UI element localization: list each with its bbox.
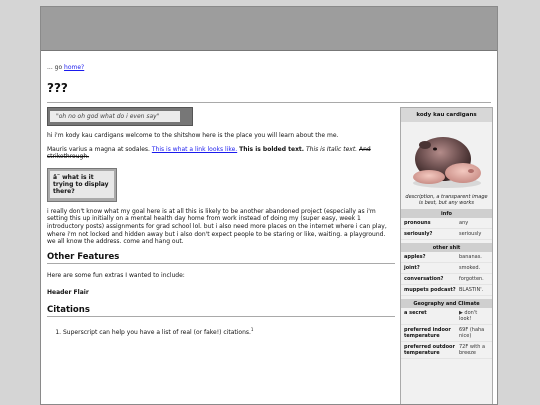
infobox-section-info: info bbox=[401, 209, 492, 218]
infobox-caption: description, a transparent image is best… bbox=[405, 194, 488, 206]
sample-plain: Mauris varius a magna at sodales. bbox=[47, 145, 150, 153]
infobox-key: muppets podcast? bbox=[404, 287, 456, 293]
infobox-value: 69F (haha nice) bbox=[459, 327, 485, 339]
title-divider bbox=[47, 102, 491, 103]
infobox-row: muppets podcast? BLASTIN'. bbox=[401, 285, 492, 296]
infobox-key: a secret bbox=[404, 310, 427, 316]
features-intro: Here are some fun extras I wanted to inc… bbox=[47, 272, 185, 280]
breadcrumb-prefix: ... go bbox=[47, 64, 63, 71]
header-flair-heading: Header Flair bbox=[47, 288, 89, 296]
infobox-section-geography: Geography and Climate bbox=[401, 299, 492, 308]
infobox-key: apples? bbox=[404, 254, 426, 260]
features-heading: Other Features bbox=[47, 253, 395, 265]
infobox-row: preferred indoor temperature 69F (haha ni… bbox=[401, 325, 492, 342]
infobox-image bbox=[401, 122, 492, 194]
infobox-row: apples? bananas. bbox=[401, 252, 492, 263]
infobox-row: conversation? forgotten. bbox=[401, 274, 492, 285]
secret-toggle[interactable]: ▶ don't look! bbox=[459, 310, 489, 322]
infobox-value: forgotten. bbox=[459, 276, 484, 282]
infobox-value: 72F with a breeze bbox=[459, 344, 486, 356]
infobox-value: smoked. bbox=[459, 265, 481, 271]
infobox-key: preferred outdoor temperature bbox=[404, 344, 455, 356]
infobox-value: BLASTIN'. bbox=[459, 287, 484, 293]
infobox-value: seriously bbox=[459, 231, 482, 237]
citation-superscript: 1 bbox=[250, 327, 254, 333]
infobox-key: seriously? bbox=[404, 231, 433, 237]
infobox-row: preferred outdoor temperature 72F with a … bbox=[401, 342, 492, 359]
quote-callout: "oh no oh god what do i even say" bbox=[47, 107, 193, 126]
infobox-row: pronouns any bbox=[401, 218, 492, 229]
hippo-figure-image bbox=[412, 137, 481, 188]
breadcrumb-home-link[interactable]: home? bbox=[64, 64, 84, 71]
quote-text: "oh no oh god what do i even say" bbox=[50, 110, 180, 123]
infobox-value: any bbox=[459, 220, 469, 226]
citations-heading: Citations bbox=[47, 305, 395, 318]
sample-link[interactable]: This is what a link looks like. bbox=[152, 146, 237, 153]
infobox-row: seriously? seriously bbox=[401, 229, 492, 240]
question-note: â˜ what is it trying to display there? bbox=[47, 167, 117, 202]
infobox-title: kody kau cardigans bbox=[401, 108, 492, 122]
sample-italic: This is Italic text. bbox=[306, 145, 358, 153]
citation-text: Superscript can help you have a list of … bbox=[63, 329, 251, 337]
question-note-text: â˜ what is it trying to display there? bbox=[50, 171, 114, 199]
page-container: ... go home? ??? "oh no oh god what do i… bbox=[40, 6, 498, 405]
sample-paragraph: Mauris varius a magna at sodales. This i… bbox=[47, 146, 395, 161]
infobox-key: pronouns bbox=[404, 220, 431, 226]
infobox-row: a secret ▶ don't look! bbox=[401, 308, 492, 325]
header-banner bbox=[41, 7, 497, 51]
page-title: ??? bbox=[47, 81, 68, 95]
citation-item: Superscript can help you have a list of … bbox=[63, 326, 395, 337]
infobox-value: bananas. bbox=[459, 254, 482, 260]
breadcrumb: ... go home? bbox=[47, 64, 84, 71]
infobox-key: conversation? bbox=[404, 276, 444, 282]
main-content: "oh no oh god what do i even say" hi i'm… bbox=[47, 107, 395, 337]
infobox-row: joint? smoked. bbox=[401, 263, 492, 274]
infobox-key: preferred indoor temperature bbox=[404, 327, 451, 339]
body-paragraph: i really don't know what my goal here is… bbox=[47, 207, 387, 246]
sample-bold: This is bolded text. bbox=[239, 145, 305, 153]
infobox-key: joint? bbox=[404, 265, 420, 271]
infobox: kody kau cardigans description, a transp… bbox=[400, 107, 493, 404]
intro-paragraph: hi i'm kody kau cardigans welcome to the… bbox=[47, 132, 339, 139]
infobox-section-other: other shit bbox=[401, 243, 492, 252]
citations-list: Superscript can help you have a list of … bbox=[47, 326, 395, 337]
